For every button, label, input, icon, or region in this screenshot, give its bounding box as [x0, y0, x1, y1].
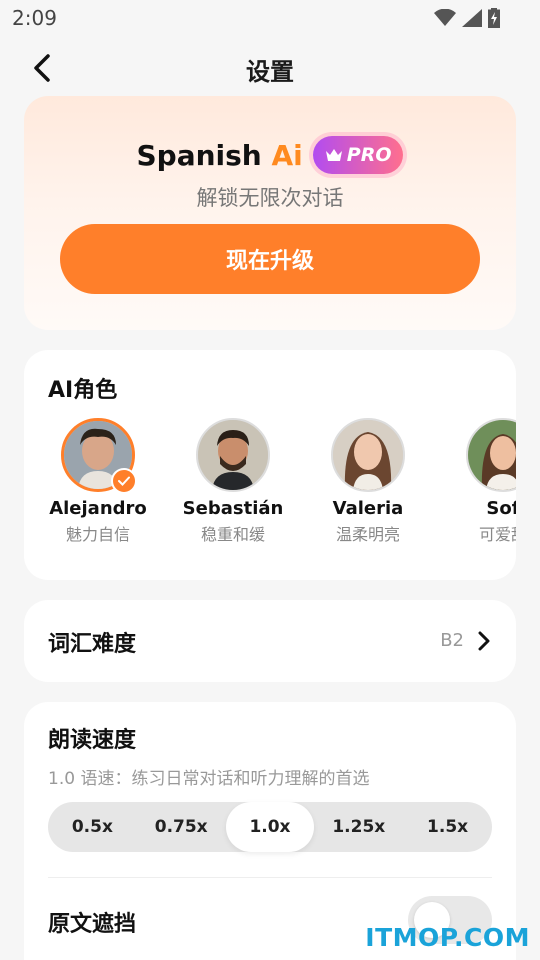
pro-label: PRO [346, 144, 392, 166]
speed-segmented-control: 0.5x 0.75x 1.0x 1.25x 1.5x [48, 802, 492, 852]
vocab-difficulty-value: B2 [440, 630, 464, 651]
roles-list[interactable]: Alejandro 魅力自信 Sebastián 稳重和缓 Valeria 温柔… [24, 418, 516, 558]
battery-charging-icon [488, 8, 500, 28]
pro-badge: PRO [312, 136, 404, 174]
reading-speed-card: 朗读速度 1.0 语速：练习日常对话和听力理解的首选 0.5x 0.75x 1.… [24, 702, 516, 960]
status-time: 2:09 [12, 6, 57, 30]
status-icons [434, 8, 500, 28]
role-description: 魅力自信 [65, 525, 130, 544]
wifi-icon [434, 9, 456, 26]
watermark: ITMOP.COM [365, 923, 530, 952]
avatar-wrap [61, 418, 137, 494]
upgrade-button[interactable]: 现在升级 [60, 224, 480, 294]
role-name: Sof [486, 498, 516, 519]
role-name: Sebastián [182, 498, 284, 519]
brand-prefix: Spanish [136, 138, 272, 172]
role-sebastian[interactable]: Sebastián 稳重和缓 [173, 418, 293, 545]
speed-option-1-5x[interactable]: 1.5x [403, 802, 492, 852]
speed-option-0-75x[interactable]: 0.75x [137, 802, 226, 852]
ai-roles-title: AI角色 [48, 378, 118, 403]
speed-option-1-0x[interactable]: 1.0x [225, 802, 315, 852]
role-name: Valeria [332, 498, 404, 519]
vocab-difficulty-row[interactable]: 词汇难度 B2 [24, 600, 516, 682]
top-nav: 设置 [0, 40, 540, 96]
avatar-wrap [466, 418, 516, 492]
role-description: 稳重和缓 [200, 525, 265, 544]
ai-roles-card: AI角色 Alejandro 魅力自信 Sebastián 稳重和缓 Valer… [24, 350, 516, 580]
status-bar: 2:09 [0, 0, 540, 36]
selected-check-icon [111, 468, 137, 494]
avatar [466, 418, 516, 492]
role-valeria[interactable]: Valeria 温柔明亮 [308, 418, 428, 545]
speed-option-0-5x[interactable]: 0.5x [48, 802, 137, 852]
reading-speed-description: 1.0 语速：练习日常对话和听力理解的首选 [48, 769, 370, 789]
speed-option-1-25x[interactable]: 1.25x [314, 802, 403, 852]
chevron-right-icon [478, 631, 490, 651]
brand-accent: Ai [271, 138, 303, 172]
crown-icon [325, 149, 342, 161]
role-sofia[interactable]: Sof 可爱甜 [443, 418, 516, 545]
role-alejandro[interactable]: Alejandro 魅力自信 [38, 418, 158, 545]
text-mask-title: 原文遮挡 [48, 912, 137, 937]
reading-speed-title: 朗读速度 [48, 728, 137, 753]
brand-row: Spanish Ai PRO [24, 136, 516, 174]
avatar-wrap [331, 418, 405, 492]
pro-upgrade-card: Spanish Ai PRO 解锁无限次对话 现在升级 [24, 96, 516, 330]
page-title: 设置 [246, 58, 294, 86]
promo-subtitle: 解锁无限次对话 [196, 186, 344, 210]
avatar [331, 418, 405, 492]
role-name: Alejandro [49, 498, 147, 519]
avatar [196, 418, 270, 492]
avatar-wrap [196, 418, 270, 492]
role-description: 温柔明亮 [335, 525, 400, 544]
cellular-signal-icon [462, 9, 482, 27]
role-description: 可爱甜 [478, 525, 516, 544]
brand-title: Spanish Ai [137, 139, 303, 172]
vocab-difficulty-title: 词汇难度 [48, 632, 137, 657]
divider [48, 877, 492, 878]
